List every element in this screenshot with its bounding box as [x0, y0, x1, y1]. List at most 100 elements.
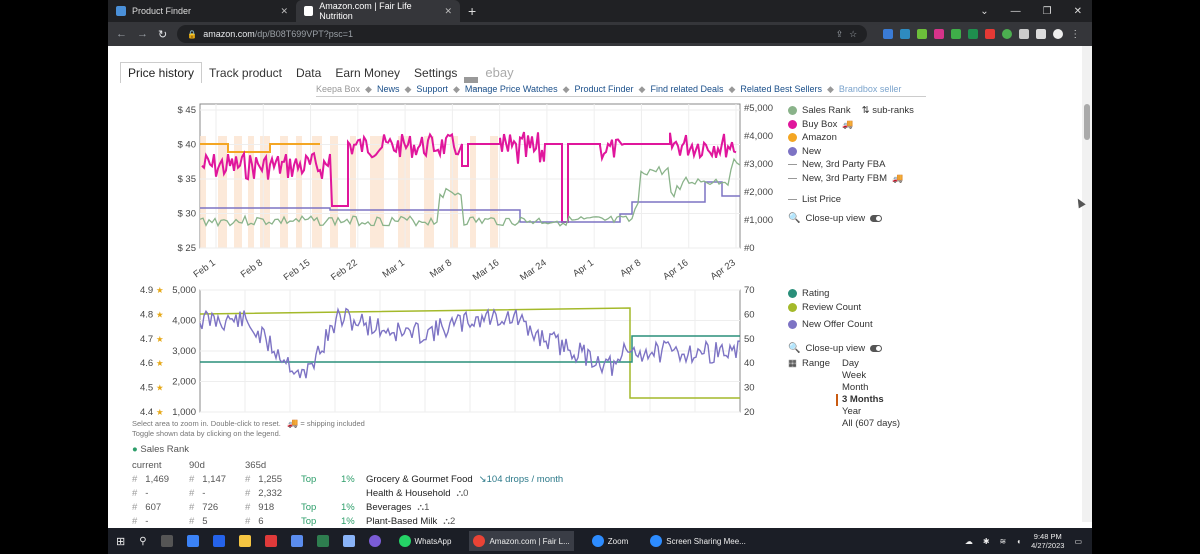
folder-icon[interactable] — [238, 535, 251, 547]
y-rating-tick-label: 4.4 — [140, 407, 153, 418]
table-cell: #607 — [132, 501, 162, 513]
y-count-tick-label: 5,000 — [172, 285, 196, 296]
table-row: # - # - #2,332 Health & Household ⛬ 0 — [132, 486, 563, 500]
range-option[interactable]: Day — [842, 358, 900, 370]
table-cell: #1,469 — [132, 473, 170, 485]
hierarchy-icon: ⛬ — [417, 501, 425, 513]
category-link[interactable]: Plant-Based Milk — [366, 516, 437, 527]
zoom-icon — [591, 535, 604, 547]
subcategory-count: ⛬ 0 — [456, 487, 469, 499]
bluetooth-icon[interactable]: ✱ — [983, 537, 990, 546]
app-icon[interactable] — [212, 535, 225, 547]
closeup-toggle[interactable] — [870, 345, 883, 353]
chart-notes: Select area to zoom in. Double-click to … — [132, 418, 365, 439]
legend-label: Rating — [802, 288, 830, 300]
legend-item[interactable]: Rating — [788, 287, 873, 301]
sales-rank-table: current 90d 365d #1,469 #1,147 #1,255 Top 1% Gro… — [132, 458, 563, 528]
legend-item[interactable]: Review Count — [788, 301, 873, 315]
taskbar-app-chrome[interactable]: Amazon.com | Fair L... — [469, 531, 574, 551]
table-cell: 1% — [341, 501, 355, 513]
legend-item[interactable]: New Offer Count — [788, 318, 873, 332]
task-view-icon[interactable] — [160, 535, 173, 547]
table-cell: # - — [132, 515, 149, 527]
table-row: # - #5 #6 Top 1% Plant-Based Milk ⛬ 2 — [132, 514, 563, 528]
star-icon: ★ — [156, 408, 164, 418]
table-row: #607 #726 #918 Top 1% Beverages ⛬ 1 — [132, 500, 563, 514]
y-rating-tick-label: 4.5 — [140, 383, 153, 394]
y-right-tick-label: 60 — [744, 309, 755, 320]
taskbar: ⊞ ⚲ WhatsApp Amazon.com | Fair L... Zoom… — [108, 528, 1092, 554]
hierarchy-icon: ⛬ — [456, 487, 464, 499]
category-link[interactable]: Beverages — [366, 502, 411, 513]
app-icon[interactable] — [316, 535, 329, 547]
category-link[interactable]: Grocery & Gourmet Food — [366, 474, 473, 485]
system-tray: ☁ ✱ ≋ ◖ 9:48 PM 4/27/2023 ▭ — [965, 532, 1092, 550]
app-icon[interactable] — [290, 535, 303, 547]
table-cell: #6 — [245, 515, 264, 527]
table-cell: # - — [189, 487, 206, 499]
closeup-label: Close-up view — [805, 343, 866, 355]
range-option[interactable]: Week — [842, 370, 900, 382]
search-icon[interactable]: ⚲ — [139, 536, 146, 547]
range-option[interactable]: 3 Months — [836, 394, 900, 406]
y-count-tick-label: 3,000 — [172, 346, 196, 357]
notification-icon[interactable]: ▭ — [1074, 537, 1082, 546]
taskbar-app-zoom[interactable]: Zoom — [588, 531, 632, 551]
star-icon: ★ — [156, 310, 164, 320]
table-cell: 1% — [341, 473, 355, 485]
truck-icon: 🚚 — [287, 418, 299, 428]
table-cell: # - — [132, 487, 149, 499]
table-row: #1,469 #1,147 #1,255 Top 1% Grocery & Gourmet… — [132, 472, 563, 486]
scrollbar[interactable] — [1082, 46, 1092, 522]
y-count-tick-label: 4,000 — [172, 316, 196, 327]
windows-start-icon[interactable]: ⊞ — [116, 535, 125, 548]
y-count-tick-label: 1,000 — [172, 407, 196, 418]
app-icon[interactable] — [368, 535, 381, 547]
wifi-icon[interactable]: ≋ — [1000, 537, 1007, 546]
table-cell: Top — [301, 501, 317, 513]
table-cell: #726 — [189, 501, 219, 513]
table-cell — [341, 488, 366, 499]
app-icon[interactable] — [186, 535, 199, 547]
scroll-thumb[interactable] — [1084, 104, 1090, 140]
rating-closeup[interactable]: 🔍 Close-up view — [788, 342, 883, 356]
taskbar-app-screen-sharing[interactable]: Screen Sharing Mee... — [646, 531, 750, 551]
range-option[interactable]: All (607 days) — [842, 418, 900, 430]
table-cell: 1% — [341, 515, 355, 527]
y-rating-tick-label: 4.6 — [140, 358, 153, 369]
y-right-tick-label: 20 — [744, 407, 755, 418]
y-rating-tick-label: 4.7 — [140, 334, 153, 345]
zoom-note: Select area to zoom in. Double-click to … — [132, 419, 281, 428]
table-cell: Top — [301, 515, 317, 527]
cloud-icon[interactable]: ☁ — [965, 537, 973, 546]
star-icon: ★ — [156, 286, 164, 296]
trend-down-icon: ↘ — [478, 473, 487, 485]
y-count-tick-label: 2,000 — [172, 377, 196, 388]
taskbar-app-whatsapp[interactable]: WhatsApp — [395, 531, 456, 551]
y-right-tick-label: 40 — [744, 358, 755, 369]
column-header: 365d — [245, 459, 267, 471]
table-header: current 90d 365d — [132, 458, 563, 472]
app-icon[interactable] — [264, 535, 277, 547]
rating-chart[interactable]: 4.9 ★4.8 ★4.7 ★4.6 ★4.5 ★4.4 ★5,0004,0003,0002… — [108, 0, 1092, 430]
calendar-icon: ▦ — [788, 358, 797, 370]
category-link[interactable]: Health & Household — [366, 488, 451, 499]
clock[interactable]: 9:48 PM 4/27/2023 — [1031, 532, 1064, 550]
legend-dot-icon — [788, 289, 797, 299]
y-rating-tick-label: 4.9 — [140, 285, 153, 296]
speaker-icon[interactable]: ◖ — [1016, 537, 1021, 546]
drops-per-month: ↘ 104 drops / month — [478, 473, 564, 485]
star-icon: ★ — [156, 384, 164, 394]
rating-chart-legend: Rating Review Count New Offer Count — [788, 287, 873, 332]
range-option[interactable]: Month — [842, 382, 900, 394]
range-label: Range — [801, 358, 830, 370]
range-option[interactable]: Year — [842, 406, 900, 418]
star-icon: ★ — [156, 335, 164, 345]
range-selector: Day Week Month 3 Months Year All (607 days) — [836, 358, 900, 430]
column-header: 90d — [189, 459, 205, 471]
table-cell: #2,332 — [245, 487, 283, 499]
range-label-row: ▦ Range — [788, 357, 830, 371]
legend-dot-icon — [788, 302, 797, 312]
browser-window: Product Finder ✕ Amazon.com | Fair Life … — [108, 0, 1092, 554]
app-icon[interactable] — [342, 535, 355, 547]
